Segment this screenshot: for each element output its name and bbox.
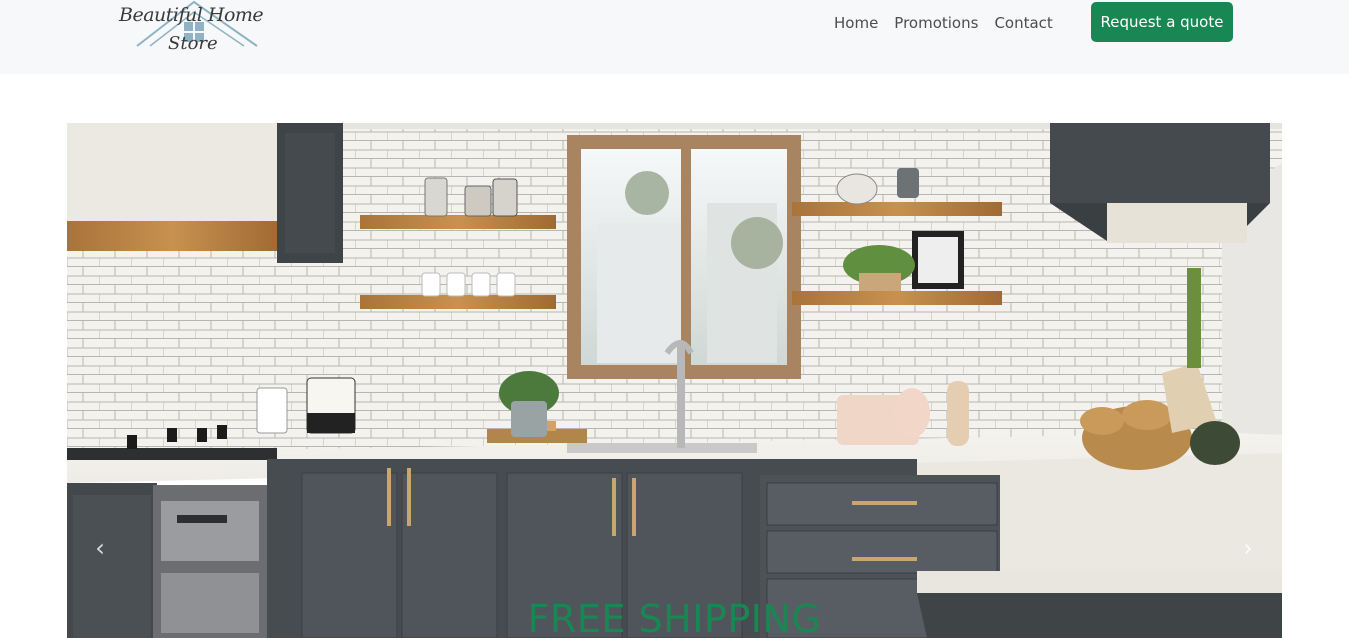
brand-name-line2: Store <box>168 33 218 54</box>
nav-link-home[interactable]: Home <box>826 12 886 34</box>
request-quote-button[interactable]: Request a quote <box>1091 2 1233 42</box>
carousel-prev-icon[interactable]: ‹ <box>85 533 115 563</box>
hero-caption: FREE SHIPPING <box>527 597 822 638</box>
page: Beautiful Home Store Home Promotions Con… <box>0 0 1349 638</box>
navbar: Beautiful Home Store Home Promotions Con… <box>0 0 1349 74</box>
carousel-next-icon[interactable]: › <box>1233 533 1263 563</box>
main-nav: Home Promotions Contact <box>826 12 1061 34</box>
brand-name-line1: Beautiful Home <box>119 4 264 26</box>
nav-link-promotions[interactable]: Promotions <box>886 12 986 34</box>
hero-carousel: ‹ › FREE SHIPPING <box>67 123 1282 638</box>
nav-link-contact[interactable]: Contact <box>986 12 1060 34</box>
brand-logo[interactable]: Beautiful Home Store <box>112 0 282 62</box>
kitchen-image <box>67 123 1282 638</box>
